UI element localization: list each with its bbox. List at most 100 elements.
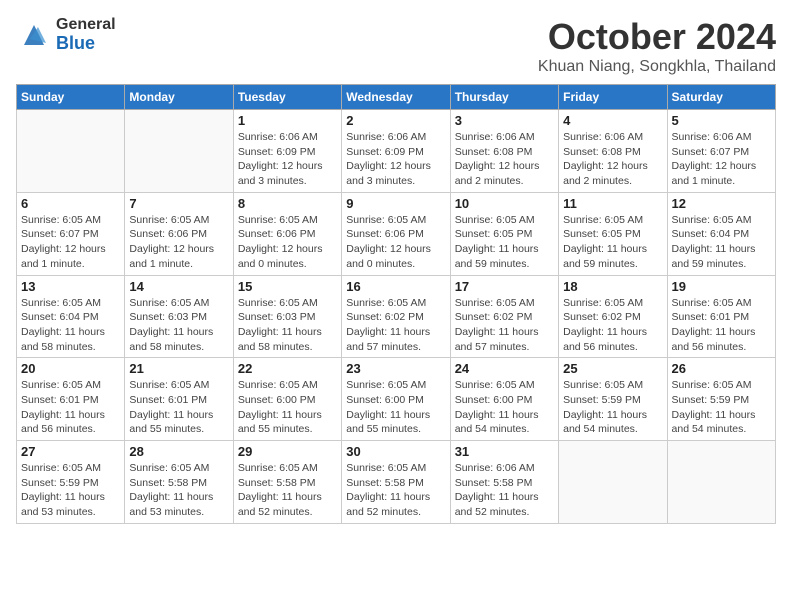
calendar-cell: 11 Sunrise: 6:05 AMSunset: 6:05 PMDayligh… (559, 192, 667, 275)
calendar-cell: 25 Sunrise: 6:05 AMSunset: 5:59 PMDayligh… (559, 358, 667, 441)
logo: General Blue (16, 16, 116, 53)
day-info: Sunrise: 6:06 AMSunset: 6:08 PMDaylight:… (563, 130, 662, 189)
calendar-cell: 30 Sunrise: 6:05 AMSunset: 5:58 PMDayligh… (342, 441, 450, 524)
weekday-header-friday: Friday (559, 85, 667, 110)
day-info: Sunrise: 6:05 AMSunset: 6:06 PMDaylight:… (346, 213, 445, 272)
day-number: 14 (129, 279, 228, 294)
calendar-cell: 22Sunrise: 6:05 AMSunset: 6:00 PMDayligh… (233, 358, 341, 441)
day-info: Sunrise: 6:05 AMSunset: 5:58 PMDaylight:… (346, 461, 445, 520)
day-number: 1 (238, 113, 337, 128)
day-info: Sunrise: 6:06 AMSunset: 6:07 PMDaylight:… (672, 130, 771, 189)
logo-text: General Blue (56, 16, 116, 53)
calendar-week-1: 1 Sunrise: 6:06 AMSunset: 6:09 PMDaylight… (17, 110, 776, 193)
day-info: Sunrise: 6:05 AMSunset: 6:01 PMDaylight:… (21, 378, 120, 437)
day-number: 26 (672, 361, 771, 376)
location-subtitle: Khuan Niang, Songkhla, Thailand (538, 58, 776, 76)
weekday-header-monday: Monday (125, 85, 233, 110)
day-number: 23 (346, 361, 445, 376)
day-number: 27 (21, 444, 120, 459)
weekday-header-wednesday: Wednesday (342, 85, 450, 110)
day-info: Sunrise: 6:06 AMSunset: 6:09 PMDaylight:… (238, 130, 337, 189)
day-number: 8 (238, 196, 337, 211)
calendar-cell: 15Sunrise: 6:05 AMSunset: 6:03 PMDayligh… (233, 275, 341, 358)
day-number: 29 (238, 444, 337, 459)
calendar-cell: 28Sunrise: 6:05 AMSunset: 5:58 PMDayligh… (125, 441, 233, 524)
day-number: 9 (346, 196, 445, 211)
calendar-cell: 26 Sunrise: 6:05 AMSunset: 5:59 PMDayligh… (667, 358, 775, 441)
day-number: 21 (129, 361, 228, 376)
day-number: 30 (346, 444, 445, 459)
calendar-cell: 16 Sunrise: 6:05 AMSunset: 6:02 PMDayligh… (342, 275, 450, 358)
calendar-cell: 27 Sunrise: 6:05 AMSunset: 5:59 PMDayligh… (17, 441, 125, 524)
day-number: 17 (455, 279, 554, 294)
day-info: Sunrise: 6:06 AMSunset: 6:08 PMDaylight:… (455, 130, 554, 189)
calendar-cell: 2Sunrise: 6:06 AMSunset: 6:09 PMDaylight… (342, 110, 450, 193)
weekday-header-thursday: Thursday (450, 85, 558, 110)
day-info: Sunrise: 6:05 AMSunset: 6:03 PMDaylight:… (129, 296, 228, 355)
logo-general-text: General (56, 16, 116, 34)
day-info: Sunrise: 6:05 AMSunset: 6:04 PMDaylight:… (672, 213, 771, 272)
calendar-cell: 1 Sunrise: 6:06 AMSunset: 6:09 PMDaylight… (233, 110, 341, 193)
day-number: 25 (563, 361, 662, 376)
title-block: October 2024 Khuan Niang, Songkhla, Thai… (538, 16, 776, 76)
day-number: 16 (346, 279, 445, 294)
calendar-week-4: 20 Sunrise: 6:05 AMSunset: 6:01 PMDayligh… (17, 358, 776, 441)
calendar-cell: 17Sunrise: 6:05 AMSunset: 6:02 PMDayligh… (450, 275, 558, 358)
calendar-cell: 6 Sunrise: 6:05 AMSunset: 6:07 PMDaylight… (17, 192, 125, 275)
calendar-cell: 29 Sunrise: 6:05 AMSunset: 5:58 PMDayligh… (233, 441, 341, 524)
day-info: Sunrise: 6:05 AMSunset: 6:05 PMDaylight:… (563, 213, 662, 272)
month-title: October 2024 (538, 16, 776, 58)
calendar-cell: 23 Sunrise: 6:05 AMSunset: 6:00 PMDayligh… (342, 358, 450, 441)
day-number: 31 (455, 444, 554, 459)
day-number: 4 (563, 113, 662, 128)
day-info: Sunrise: 6:05 AMSunset: 6:01 PMDaylight:… (129, 378, 228, 437)
day-number: 2 (346, 113, 445, 128)
day-info: Sunrise: 6:05 AMSunset: 5:59 PMDaylight:… (563, 378, 662, 437)
weekday-header-tuesday: Tuesday (233, 85, 341, 110)
day-info: Sunrise: 6:05 AMSunset: 6:05 PMDaylight:… (455, 213, 554, 272)
calendar-cell: 7 Sunrise: 6:05 AMSunset: 6:06 PMDaylight… (125, 192, 233, 275)
day-info: Sunrise: 6:05 AMSunset: 6:04 PMDaylight:… (21, 296, 120, 355)
day-info: Sunrise: 6:05 AMSunset: 6:02 PMDaylight:… (346, 296, 445, 355)
day-number: 28 (129, 444, 228, 459)
day-number: 6 (21, 196, 120, 211)
calendar-week-2: 6 Sunrise: 6:05 AMSunset: 6:07 PMDaylight… (17, 192, 776, 275)
weekday-header-saturday: Saturday (667, 85, 775, 110)
day-number: 10 (455, 196, 554, 211)
calendar-cell: 5Sunrise: 6:06 AMSunset: 6:07 PMDaylight… (667, 110, 775, 193)
day-number: 3 (455, 113, 554, 128)
weekday-header-sunday: Sunday (17, 85, 125, 110)
calendar-cell: 9 Sunrise: 6:05 AMSunset: 6:06 PMDaylight… (342, 192, 450, 275)
day-info: Sunrise: 6:05 AMSunset: 6:02 PMDaylight:… (563, 296, 662, 355)
day-info: Sunrise: 6:05 AMSunset: 6:00 PMDaylight:… (238, 378, 337, 437)
calendar-cell (667, 441, 775, 524)
calendar-week-3: 13 Sunrise: 6:05 AMSunset: 6:04 PMDayligh… (17, 275, 776, 358)
calendar-cell: 20 Sunrise: 6:05 AMSunset: 6:01 PMDayligh… (17, 358, 125, 441)
calendar-cell: 31 Sunrise: 6:06 AMSunset: 5:58 PMDayligh… (450, 441, 558, 524)
calendar-cell: 3 Sunrise: 6:06 AMSunset: 6:08 PMDaylight… (450, 110, 558, 193)
day-number: 13 (21, 279, 120, 294)
day-info: Sunrise: 6:05 AMSunset: 6:01 PMDaylight:… (672, 296, 771, 355)
calendar-cell: 10 Sunrise: 6:05 AMSunset: 6:05 PMDayligh… (450, 192, 558, 275)
calendar-cell: 12 Sunrise: 6:05 AMSunset: 6:04 PMDayligh… (667, 192, 775, 275)
calendar-cell: 18Sunrise: 6:05 AMSunset: 6:02 PMDayligh… (559, 275, 667, 358)
day-info: Sunrise: 6:05 AMSunset: 5:59 PMDaylight:… (21, 461, 120, 520)
day-info: Sunrise: 6:05 AMSunset: 6:00 PMDaylight:… (346, 378, 445, 437)
logo-blue-text: Blue (56, 34, 116, 54)
calendar-cell: 19Sunrise: 6:05 AMSunset: 6:01 PMDayligh… (667, 275, 775, 358)
day-info: Sunrise: 6:05 AMSunset: 6:06 PMDaylight:… (129, 213, 228, 272)
weekday-header-row: SundayMondayTuesdayWednesdayThursdayFrid… (17, 85, 776, 110)
day-number: 11 (563, 196, 662, 211)
day-info: Sunrise: 6:05 AMSunset: 5:59 PMDaylight:… (672, 378, 771, 437)
calendar-week-5: 27 Sunrise: 6:05 AMSunset: 5:59 PMDayligh… (17, 441, 776, 524)
day-number: 7 (129, 196, 228, 211)
day-number: 20 (21, 361, 120, 376)
day-info: Sunrise: 6:05 AMSunset: 5:58 PMDaylight:… (238, 461, 337, 520)
calendar-cell: 13 Sunrise: 6:05 AMSunset: 6:04 PMDayligh… (17, 275, 125, 358)
logo-icon (16, 17, 52, 53)
day-number: 24 (455, 361, 554, 376)
day-info: Sunrise: 6:06 AMSunset: 5:58 PMDaylight:… (455, 461, 554, 520)
day-info: Sunrise: 6:05 AMSunset: 6:07 PMDaylight:… (21, 213, 120, 272)
day-number: 12 (672, 196, 771, 211)
day-info: Sunrise: 6:05 AMSunset: 6:06 PMDaylight:… (238, 213, 337, 272)
